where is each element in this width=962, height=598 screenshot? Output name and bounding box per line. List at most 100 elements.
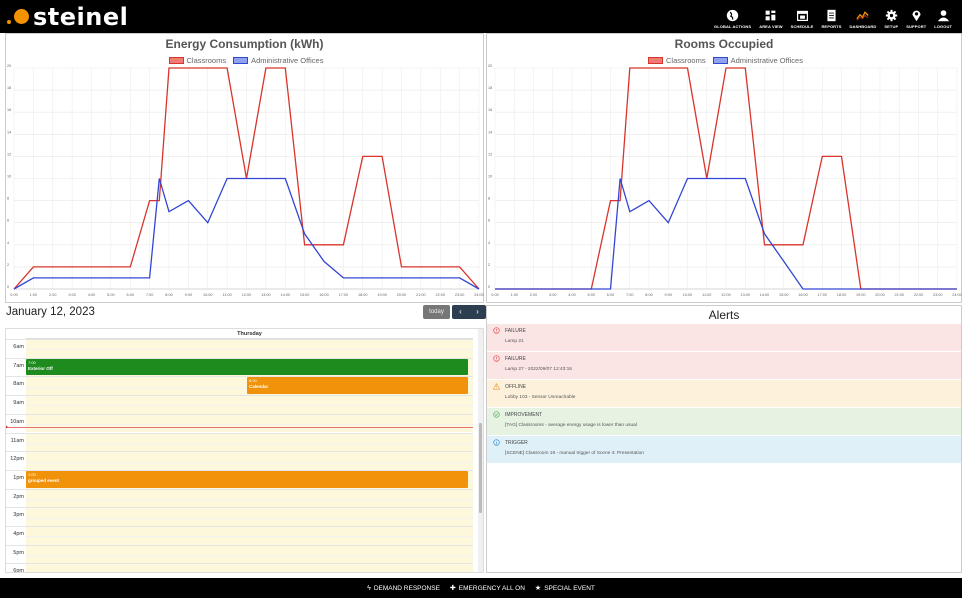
hour-row: 6pm: [6, 563, 473, 573]
y-tick-label: 12: [488, 152, 492, 156]
event-time: 8:00: [249, 378, 257, 384]
calendar-body: 6am 7am 8am 9am 10am 11am 12pm 1pm 2pm 3pm 4pm 5pm 6…: [6, 339, 479, 573]
half-hour-line: [26, 555, 473, 557]
y-tick-label: 6: [7, 219, 9, 223]
calendar-panel: January 12, 2023 today ‹ › Thursday 6am 7…: [5, 305, 486, 573]
energy-chart-plot: 0 2 4 6 8 10 12 14 16 18 20 0:00 1:00 2:00 3:00 4:00 5:0…: [7, 64, 484, 297]
scrollbar-thumb[interactable]: [479, 423, 482, 513]
alert-item[interactable]: OFFLINE Lobby 103 - Sensor Unreachable: [487, 380, 961, 408]
half-hour-line: [26, 498, 473, 500]
y-tick-label: 0: [488, 285, 490, 289]
y-tick-label: 10: [7, 175, 11, 179]
x-tick-label: 5:00: [107, 293, 114, 297]
gear-icon: [885, 9, 897, 22]
y-tick-label: 8: [488, 197, 490, 201]
alert-item[interactable]: FAILURE Lamp 27 - 2022/09/07 12:43:16: [487, 352, 961, 380]
nav-support[interactable]: SUPPORT: [902, 0, 930, 33]
bolt-icon: ϟ: [367, 584, 371, 592]
alert-type: IMPROVEMENT: [505, 412, 543, 418]
emergency-all-on-button[interactable]: ✚ EMERGENCY ALL ON: [449, 584, 525, 593]
footer-label: DEMAND RESPONSE: [373, 584, 440, 592]
half-hour-line: [26, 442, 473, 444]
x-tick-label: 3:00: [68, 293, 75, 297]
prev-button[interactable]: ‹: [452, 305, 469, 319]
nav-reports[interactable]: REPORTS: [817, 0, 845, 33]
document-icon: [827, 9, 836, 22]
y-tick-label: 8: [7, 197, 9, 201]
hour-row: 10am: [6, 413, 473, 433]
alert-type: TRIGGER: [505, 440, 528, 446]
x-tick-label: 9:00: [185, 293, 192, 297]
alert-type: FAILURE: [505, 356, 526, 362]
y-tick-label: 10: [488, 175, 492, 179]
nav-area-view[interactable]: AREA VIEW: [755, 0, 786, 33]
alert-item[interactable]: IMPROVEMENT [TAG] Classrooms - average en…: [487, 408, 961, 436]
nav-dashboard[interactable]: DASHBOARD: [845, 0, 880, 33]
footer-bar: ϟ DEMAND RESPONSE ✚ EMERGENCY ALL ON ★ SPEC…: [0, 578, 962, 598]
hour-slot[interactable]: [26, 564, 473, 572]
calendar-event[interactable]: 1:00 grouped event: [26, 470, 468, 488]
event-title: Exterior Off: [28, 365, 53, 371]
event-title: grouped event: [28, 477, 60, 483]
x-tick-label: 19:00: [856, 293, 866, 297]
demand-response-button[interactable]: ϟ DEMAND RESPONSE: [367, 585, 440, 592]
hour-label: 6pm: [13, 568, 24, 573]
y-tick-label: 20: [7, 64, 11, 68]
logo-dot-large: [14, 9, 29, 24]
main-nav: GLOBAL ACTIONS AREA VIEW SCHEDULE REPORT…: [710, 0, 956, 33]
alert-item[interactable]: FAILURE Lamp 21: [487, 324, 961, 352]
alert-message: Lamp 21: [505, 339, 524, 344]
x-tick-label: 22:00: [914, 293, 924, 297]
star-icon: ★: [534, 585, 542, 592]
energy-consumption-chart: Energy Consumption (kWh) Classrooms Admi…: [5, 33, 484, 303]
calendar-date: January 12, 2023: [6, 306, 95, 318]
y-tick-label: 16: [7, 108, 11, 112]
calendar-event[interactable]: 7:00 Exterior Off: [26, 358, 468, 376]
hour-label: 10am: [10, 418, 24, 425]
nav-label: SUPPORT: [906, 24, 927, 29]
x-tick-label: 0:00: [10, 293, 17, 297]
alerts-title: Alerts: [708, 308, 740, 322]
x-tick-label: 22:00: [435, 293, 445, 297]
y-tick-label: 16: [488, 108, 492, 112]
top-bar: steinel GLOBAL ACTIONS AREA VIEW SCHEDUL…: [0, 0, 962, 33]
half-hour-line: [26, 536, 473, 538]
nav-logout[interactable]: LOGOUT: [930, 0, 956, 33]
x-tick-label: 18:00: [837, 293, 847, 297]
x-tick-label: 0:00: [491, 293, 498, 297]
today-button[interactable]: today: [423, 305, 450, 319]
emergency-icon: ✚: [449, 585, 456, 592]
hour-row: 2pm: [6, 488, 473, 508]
error-icon: [493, 327, 500, 334]
nav-global-actions[interactable]: GLOBAL ACTIONS: [710, 0, 755, 33]
nav-label: SCHEDULE: [790, 24, 814, 29]
special-event-button[interactable]: ★ SPECIAL EVENT: [534, 584, 595, 593]
nav-setup[interactable]: SETUP: [880, 0, 902, 33]
x-tick-label: 3:00: [549, 293, 556, 297]
hour-row: 9am: [6, 395, 473, 414]
next-button[interactable]: ›: [469, 305, 486, 319]
logo[interactable]: steinel: [7, 3, 128, 31]
y-tick-label: 4: [7, 241, 9, 245]
footer-label: EMERGENCY ALL ON: [458, 584, 525, 592]
x-tick-label: 6:00: [607, 293, 614, 297]
x-tick-label: 6:00: [127, 293, 134, 297]
calendar-icon: [796, 10, 808, 21]
x-tick-label: 10:00: [683, 293, 693, 297]
calendar-scrollbar[interactable]: [478, 329, 483, 572]
alert-message: Lobby 103 - Sensor Unreachable: [505, 395, 576, 400]
alert-item[interactable]: TRIGGER [SCENE] Classroom 18 - manual tri…: [487, 436, 961, 464]
hour-label: 2pm: [13, 493, 24, 500]
nav-label: DASHBOARD: [849, 24, 877, 29]
x-tick-label: 17:00: [339, 293, 349, 297]
calendar-event[interactable]: 8:00 Calendar: [247, 377, 468, 395]
half-hour-line: [26, 349, 473, 351]
nav-schedule[interactable]: SCHEDULE: [787, 0, 818, 33]
hour-label: 5pm: [13, 549, 24, 556]
x-tick-label: 5:00: [588, 293, 595, 297]
x-tick-label: 13:00: [740, 293, 750, 297]
nav-label: GLOBAL ACTIONS: [714, 24, 752, 29]
grid-icon: [766, 10, 776, 21]
calendar-grid: Thursday 6am 7am 8am 9am 10am 11am 12pm 1pm 2pm 3…: [5, 328, 484, 573]
y-tick-label: 2: [488, 263, 490, 267]
